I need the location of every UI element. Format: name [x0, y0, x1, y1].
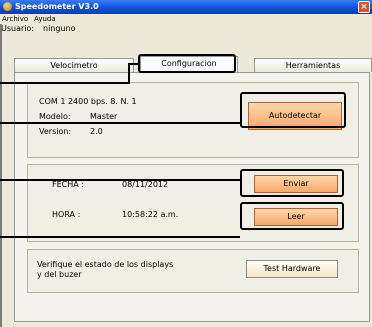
callout-send — [240, 169, 344, 197]
test-hardware-button[interactable]: Test Hardware — [246, 260, 338, 278]
app-icon — [3, 2, 12, 11]
model-label: Modelo: — [39, 112, 71, 121]
hardware-description-line2: y del buzer — [37, 270, 82, 279]
menu-bar: Archivo Ayuda — [0, 14, 372, 24]
user-label: Usuario: — [1, 24, 35, 33]
model-value: Master — [90, 112, 118, 121]
title-bar[interactable]: Speedometer V3.0 × — [0, 0, 372, 14]
leader-line-tab — [0, 82, 130, 84]
callout-tab-configuracion — [138, 54, 236, 73]
leader-line-tab-top — [128, 63, 140, 65]
version-value: 2.0 — [90, 127, 103, 136]
hardware-group: Verifique el estado de los displays y de… — [27, 249, 359, 293]
time-value: 10:58:22 a.m. — [122, 210, 179, 219]
window-title: Speedometer V3.0 — [15, 2, 99, 11]
tab-velocimetro[interactable]: Velocimetro — [14, 58, 134, 72]
callout-read — [240, 202, 344, 230]
callout-autodetect — [240, 92, 346, 128]
time-label: HORA : — [52, 210, 81, 219]
user-value: ninguno — [43, 24, 76, 33]
leader-line-autodetect — [0, 122, 240, 124]
close-button[interactable]: × — [358, 1, 370, 13]
date-label: FECHA : — [52, 180, 84, 189]
hardware-description-line1: Verifique el estado de los displays — [37, 260, 174, 269]
left-border — [0, 24, 2, 327]
leader-line-tab-vertical — [128, 63, 130, 84]
leader-line-send — [0, 179, 240, 181]
menu-ayuda[interactable]: Ayuda — [34, 15, 56, 23]
menu-archivo[interactable]: Archivo — [2, 15, 28, 23]
app-window: Speedometer V3.0 × Archivo Ayuda Usuario… — [0, 0, 372, 327]
port-settings-text: COM 1 2400 bps. 8. N. 1 — [39, 97, 137, 106]
version-label: Version: — [39, 127, 72, 136]
date-value: 08/11/2012 — [122, 180, 169, 189]
tab-herramientas[interactable]: Herramientas — [254, 58, 372, 72]
leader-line-read — [0, 236, 240, 238]
